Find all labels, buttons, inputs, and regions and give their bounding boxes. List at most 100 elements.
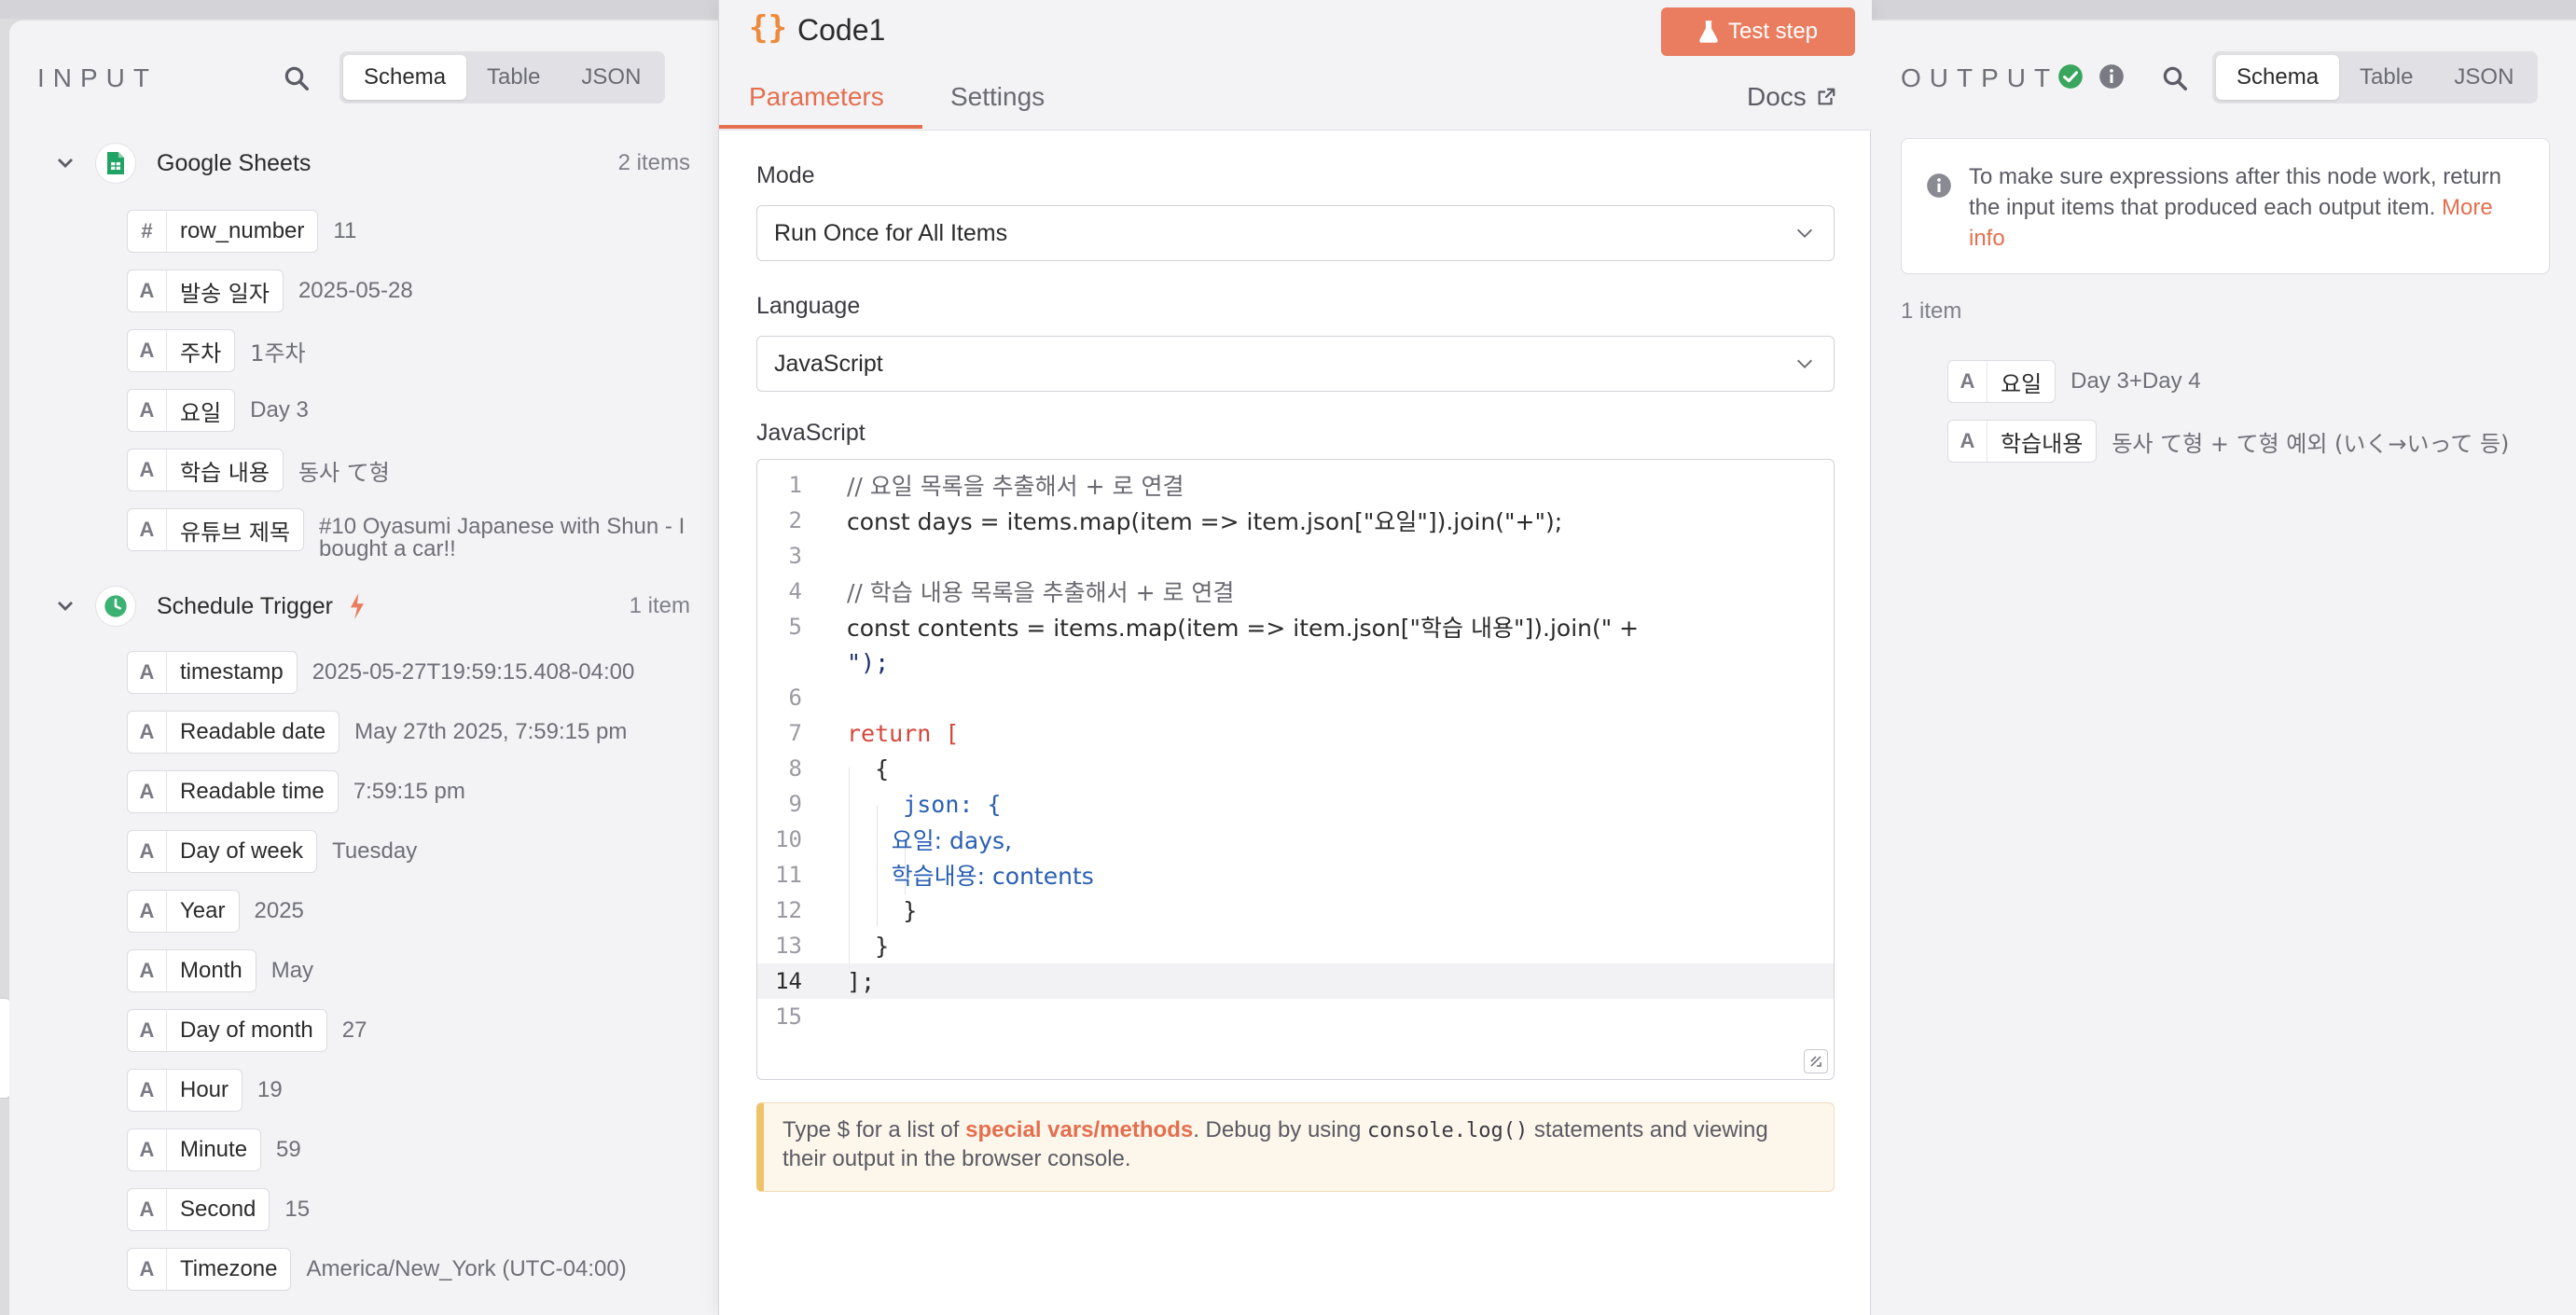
string-type-icon: A	[128, 891, 167, 932]
number-type-icon: #	[128, 211, 167, 252]
code-text: 학습내용: contents	[847, 863, 1094, 890]
field-value: Tuesday	[332, 838, 418, 864]
hint-code: console.log()	[1367, 1119, 1529, 1142]
hint-middle: . Debug by using	[1193, 1117, 1368, 1142]
output-item-count: 1 item	[1901, 298, 1962, 324]
tab-settings[interactable]: Settings	[950, 82, 1045, 112]
tab-parameters[interactable]: Parameters	[749, 82, 884, 112]
schema-field[interactable]: A Second 15	[127, 1188, 310, 1231]
string-type-icon: A	[128, 509, 167, 550]
language-value: JavaScript	[774, 350, 883, 377]
node-parameters-panel: {} Code1 Test step Parameters Settings D…	[718, 0, 1872, 1315]
group-item-count: 1 item	[629, 593, 690, 618]
schema-field[interactable]: # row_number 11	[127, 210, 356, 253]
line-number: 5	[788, 614, 802, 640]
code-text: }	[847, 932, 890, 960]
field-value: 19	[257, 1077, 283, 1102]
code-text: 요일: days,	[847, 827, 1013, 854]
field-name: 요일	[180, 399, 222, 426]
schema-field[interactable]: A Day of month 27	[127, 1009, 367, 1052]
code-text: const days = items.map(item => item.json…	[847, 508, 1563, 535]
output-tab-schema[interactable]: Schema	[2216, 55, 2340, 100]
field-value: 59	[276, 1137, 301, 1162]
chevron-down-icon	[1797, 359, 1812, 368]
active-tab-indicator	[719, 125, 922, 129]
hint-prefix: Type $ for a list of	[782, 1117, 966, 1142]
field-name: 학습 내용	[180, 459, 270, 486]
editor-resize-icon[interactable]	[1804, 1049, 1828, 1073]
schema-field[interactable]: A Month May	[127, 949, 313, 992]
mode-select[interactable]: Run Once for All Items	[756, 205, 1835, 261]
schema-field[interactable]: A 발송 일자 2025-05-28	[127, 270, 413, 312]
schema-field[interactable]: A Day of week Tuesday	[127, 830, 417, 873]
line-number: 6	[788, 685, 802, 711]
field-value: May 27th 2025, 7:59:15 pm	[354, 719, 628, 744]
code-text: // 요일 목록을 추출해서 + 로 연결	[847, 473, 1184, 500]
language-select[interactable]: JavaScript	[756, 336, 1835, 392]
schema-field[interactable]: A Readable date May 27th 2025, 7:59:15 pm	[127, 711, 627, 754]
line-number: 3	[788, 543, 802, 569]
code-text: json: {	[847, 790, 1002, 818]
string-type-icon: A	[128, 771, 167, 812]
code-text: ");	[847, 648, 890, 676]
field-name: Second	[180, 1197, 256, 1222]
code-text: {	[847, 754, 890, 782]
code-text: const contents = items.map(item => item.…	[847, 615, 1640, 642]
output-tab-table[interactable]: Table	[2339, 55, 2433, 100]
schema-field[interactable]: A 요일 Day 3+Day 4	[1947, 360, 2201, 403]
field-name: 요일	[2001, 370, 2043, 397]
chevron-down-icon[interactable]	[54, 152, 76, 174]
code-line: 8 {	[757, 751, 1834, 786]
schema-field[interactable]: A Minute 59	[127, 1128, 301, 1171]
code-line: 1 // 요일 목록을 추출해서 + 로 연결	[757, 467, 1834, 503]
schema-field[interactable]: A 유튜브 제목 #10 Oyasumi Japanese with Shun -…	[127, 508, 711, 561]
code-line: 5 const contents = items.map(item => item…	[757, 609, 1834, 644]
schema-field[interactable]: A Readable time 7:59:15 pm	[127, 770, 465, 813]
field-value: #10 Oyasumi Japanese with Shun - I bough…	[319, 514, 686, 561]
code-line: 11 학습내용: contents	[757, 857, 1834, 893]
output-notice: To make sure expressions after this node…	[1901, 138, 2550, 274]
string-type-icon: A	[128, 1010, 167, 1051]
schema-field[interactable]: A 요일 Day 3	[127, 389, 309, 432]
field-value: 1주차	[250, 339, 306, 367]
string-type-icon: A	[128, 330, 167, 371]
language-label: Language	[756, 293, 861, 319]
field-name: 주차	[180, 339, 222, 367]
info-icon	[1927, 173, 1951, 198]
input-tab-schema[interactable]: Schema	[343, 55, 467, 100]
group-google-sheets[interactable]: Google Sheets 2 items	[9, 137, 720, 189]
special-vars-link[interactable]: special vars/methods	[965, 1117, 1193, 1142]
schema-field[interactable]: Atimestamp 2025-05-27T19:59:15.408-04:00	[127, 651, 634, 694]
schema-field[interactable]: A 학습 내용 동사 て형	[127, 449, 390, 491]
group-schedule-trigger[interactable]: Schedule Trigger 1 item	[9, 580, 720, 632]
input-tab-table[interactable]: Table	[466, 55, 561, 100]
input-tab-json[interactable]: JSON	[561, 55, 661, 100]
docs-link[interactable]: Docs	[1747, 82, 1836, 112]
search-icon[interactable]	[278, 60, 315, 97]
group-name: Schedule Trigger	[157, 592, 334, 619]
output-view-switcher: Schema Table JSON	[2212, 51, 2539, 104]
node-header: {} Code1 Test step Parameters Settings D…	[719, 0, 1872, 131]
search-icon[interactable]	[2156, 60, 2194, 97]
field-value: Day 3+Day 4	[2070, 368, 2201, 394]
field-value: 동사 て형	[298, 459, 390, 486]
code-line-current: 14];	[757, 963, 1834, 999]
field-value: 11	[333, 218, 357, 243]
field-value: May	[270, 958, 314, 983]
code-line: 3	[757, 538, 1834, 574]
field-value: Day 3	[250, 397, 309, 422]
node-title[interactable]: Code1	[797, 13, 885, 48]
output-tab-json[interactable]: JSON	[2433, 55, 2534, 100]
schema-field[interactable]: A 학습내용 동사 て형 + て형 예외 (いく→いって 등)	[1947, 420, 2509, 463]
test-step-button[interactable]: Test step	[1661, 7, 1855, 56]
line-number: 13	[775, 933, 802, 959]
schema-field[interactable]: A Hour 19	[127, 1069, 283, 1112]
schema-field[interactable]: A 주차 1주차	[127, 329, 306, 372]
info-icon[interactable]	[2098, 63, 2125, 90]
code-editor-label: JavaScript	[756, 420, 866, 446]
schema-field[interactable]: A Year 2025	[127, 890, 304, 933]
code-editor[interactable]: 1 // 요일 목록을 추출해서 + 로 연결 2 const days = ite…	[756, 459, 1835, 1080]
chevron-down-icon[interactable]	[54, 595, 76, 617]
schema-field[interactable]: A Timezone America/New_York (UTC-04:00)	[127, 1248, 627, 1291]
field-name: Day of month	[180, 1017, 313, 1043]
